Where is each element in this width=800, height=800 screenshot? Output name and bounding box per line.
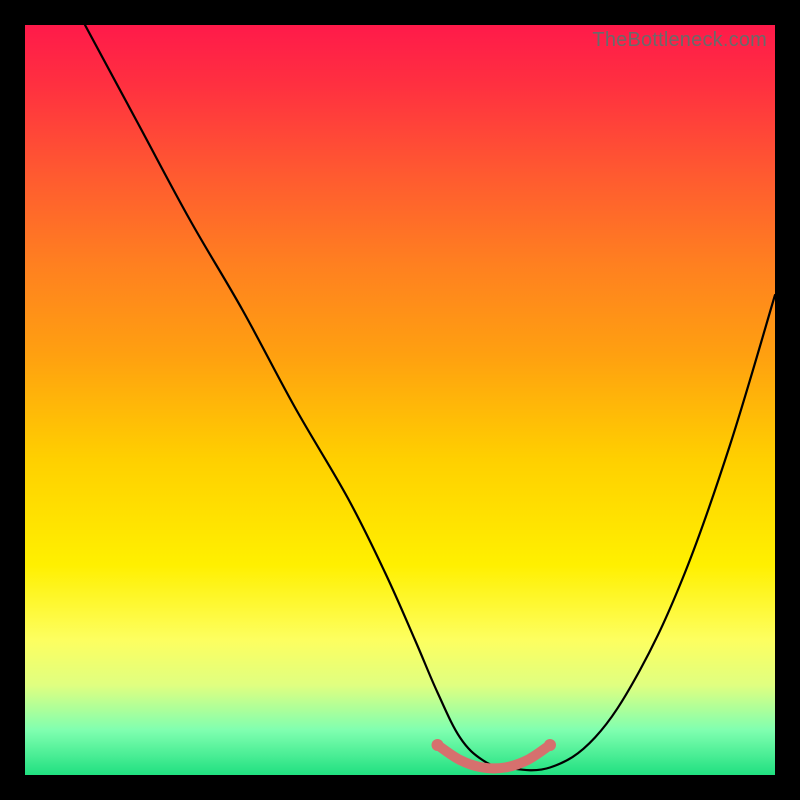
optimal-band-end-dot: [544, 739, 556, 751]
optimal-band-start-dot: [432, 739, 444, 751]
bottleneck-curve-path: [85, 25, 775, 770]
plot-area: TheBottleneck.com: [25, 25, 775, 775]
chart-frame: TheBottleneck.com: [0, 0, 800, 800]
chart-svg: [25, 25, 775, 775]
optimal-band-path: [438, 745, 551, 769]
